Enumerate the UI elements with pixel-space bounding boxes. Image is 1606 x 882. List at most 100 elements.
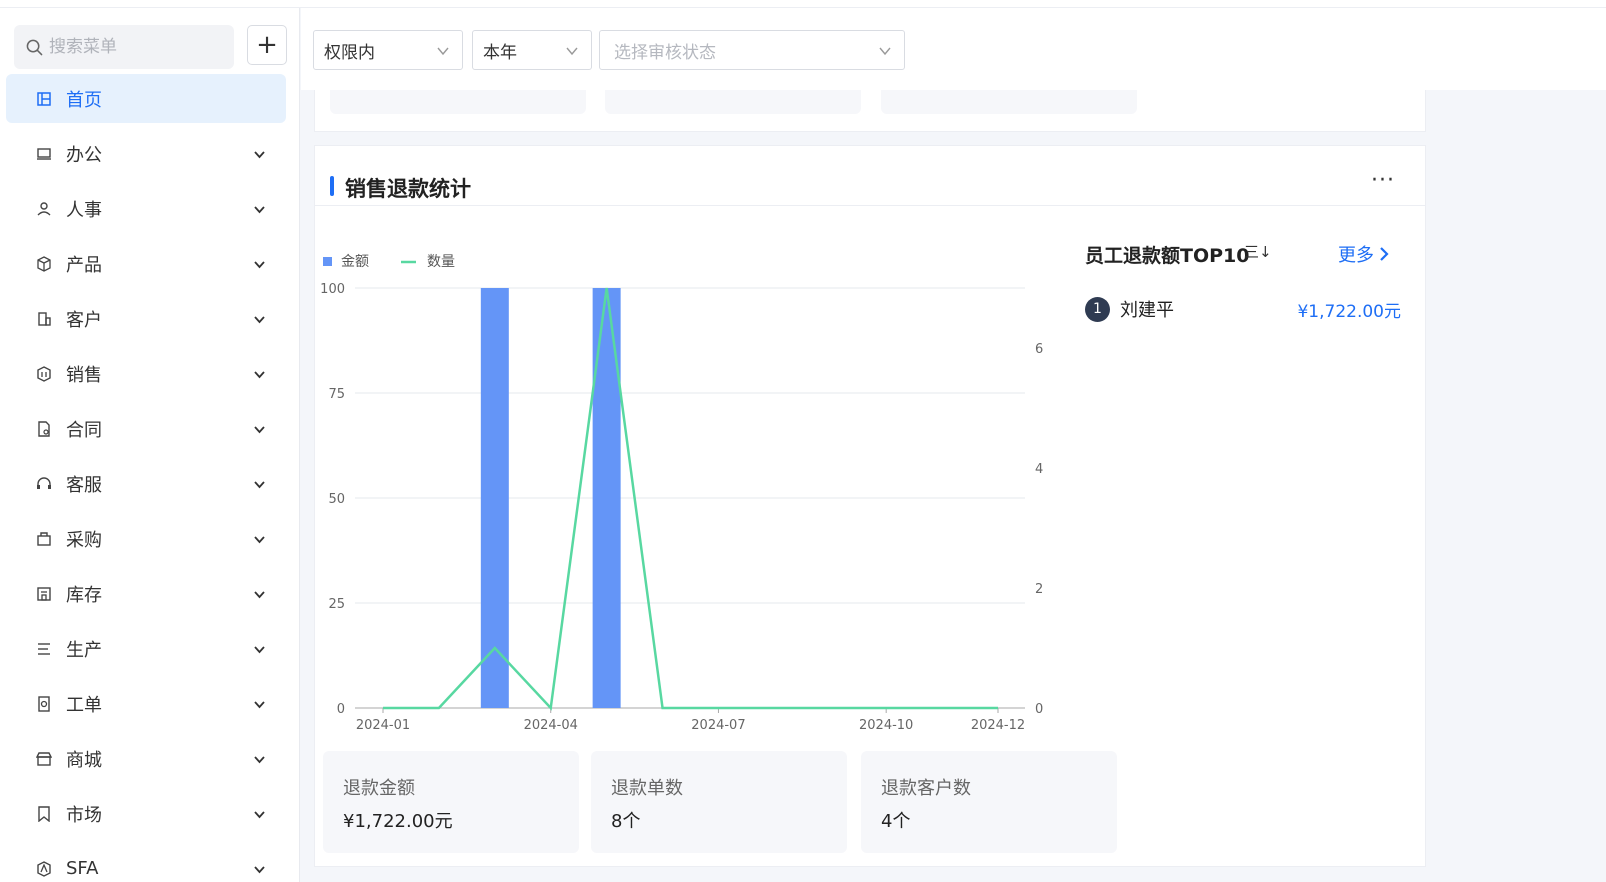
previous-stat-tile (605, 90, 861, 114)
sidebar-item-label: 客户 (66, 309, 102, 331)
chevron-down-icon[interactable] (253, 313, 266, 326)
more-options-icon[interactable]: ··· (1371, 168, 1395, 193)
sidebar-item-label: 市场 (66, 804, 102, 826)
sidebar-item[interactable]: 首页 (6, 74, 286, 123)
scope-select[interactable]: 权限内 (313, 30, 463, 70)
sidebar-menu: 首页办公人事产品客户销售合同客服采购库存生产 工单商城市场 SFA (6, 74, 286, 882)
scope-select-value: 权限内 (324, 42, 375, 63)
y-right-tick-label: 0 (1035, 702, 1043, 717)
ranking-title: 员工退款额TOP10 (1085, 245, 1250, 267)
top-strip (0, 0, 1606, 8)
x-tick-label: 2024-01 (356, 718, 410, 733)
rank-amount: ¥1,722.00元 (1297, 301, 1401, 322)
chevron-down-icon (437, 47, 449, 56)
menu-search[interactable] (14, 25, 234, 69)
x-tick-label: 2024-10 (859, 718, 913, 733)
y-right-tick-label: 2 (1035, 582, 1043, 597)
review-status-placeholder: 选择审核状态 (614, 42, 716, 63)
chevron-down-icon (879, 47, 891, 56)
chevron-down-icon[interactable] (253, 753, 266, 766)
sidebar-item-label: 产品 (66, 254, 102, 276)
sidebar-item-label: 合同 (66, 419, 102, 441)
chevron-down-icon[interactable] (253, 368, 266, 381)
y-right-tick-label: 4 (1035, 462, 1043, 477)
stat-value: ¥1,722.00元 (343, 811, 453, 832)
sfa-icon (37, 860, 51, 877)
previous-stat-tile (881, 90, 1137, 114)
chevron-down-icon[interactable] (253, 808, 266, 821)
sidebar-item-label: 客服 (66, 474, 102, 496)
chevron-down-icon[interactable] (253, 698, 266, 711)
chevron-down-icon[interactable] (253, 863, 266, 876)
refund-chart: 金额 数量 0 25 50 75 100 0 2 4 6 2024-01 2024-04 2024-07 2… (320, 254, 1043, 733)
sort-icon[interactable]: 三↓ (1244, 241, 1272, 262)
sidebar-item-label: 采购 (66, 529, 102, 551)
sidebar-item[interactable]: SFA (6, 841, 286, 882)
stat-label: 退款单数 (611, 778, 683, 799)
bookmark-icon (38, 805, 50, 822)
y-left-tick-label: 75 (328, 387, 345, 402)
sidebar-item[interactable]: 库存 (6, 566, 286, 621)
chevron-down-icon[interactable] (253, 643, 266, 656)
chevron-down-icon[interactable] (253, 423, 266, 436)
stat-label: 退款客户数 (881, 778, 971, 799)
sidebar-item-label: 办公 (66, 144, 102, 166)
cube-icon (37, 255, 51, 272)
sidebar-item[interactable]: 客户 (6, 291, 286, 346)
y-left-tick-label: 25 (328, 597, 345, 612)
stat-refund-orders: 退款单数 8个 (591, 751, 847, 853)
sidebar-item[interactable]: 销售 (6, 346, 286, 401)
warehouse-icon (37, 586, 51, 601)
chevron-right-icon (1380, 247, 1389, 261)
sidebar: + 首页办公人事产品客户销售合同客服采购库存生产工单商城市场 SFA (0, 8, 300, 882)
sidebar-item[interactable]: 生产 (6, 621, 286, 676)
office-icon (37, 147, 51, 160)
sidebar-item[interactable]: 合同 (6, 401, 286, 456)
chevron-down-icon[interactable] (253, 203, 266, 216)
review-status-select[interactable]: 选择审核状态 (599, 30, 905, 70)
sidebar-item-label: 商城 (66, 749, 102, 771)
y-left-tick-label: 100 (320, 282, 345, 297)
sidebar-item[interactable]: 市场 (6, 786, 286, 841)
y-right-tick-label: 6 (1035, 342, 1043, 357)
previous-card (314, 90, 1426, 132)
search-input[interactable] (49, 37, 229, 57)
sidebar-item-label: 销售 (66, 364, 102, 386)
chevron-down-icon (566, 47, 578, 56)
chevron-down-icon[interactable] (253, 478, 266, 491)
sidebar-item[interactable]: 采购 (6, 511, 286, 566)
contract-icon (38, 420, 50, 437)
sidebar-item[interactable]: 产品 (6, 236, 286, 291)
sidebar-item[interactable]: 工单 (6, 676, 286, 731)
sidebar-item[interactable]: 客服 (6, 456, 286, 511)
sidebar-item[interactable]: 办公 (6, 126, 286, 181)
stat-value: 8个 (611, 811, 641, 832)
chevron-down-icon[interactable] (253, 588, 266, 601)
y-left-tick-label: 0 (337, 702, 345, 717)
sidebar-item[interactable]: 人事 (6, 181, 286, 236)
ranking-more-link[interactable]: 更多 (1338, 241, 1390, 267)
search-icon (26, 39, 43, 55)
ranking-row[interactable]: 1 刘建平 ¥1,722.00元 (1085, 296, 1401, 322)
rank-employee-name: 刘建平 (1120, 300, 1174, 321)
stat-value: 4个 (881, 811, 911, 832)
add-button[interactable]: + (247, 25, 287, 65)
stat-refund-customers: 退款客户数 4个 (861, 751, 1117, 853)
chevron-down-icon[interactable] (253, 533, 266, 546)
filter-bar: 权限内 本年 选择审核状态 (301, 8, 1606, 90)
sidebar-item-label: 首页 (66, 89, 102, 111)
card-header: 销售退款统计 ··· (315, 146, 1425, 206)
sidebar-item-label: 库存 (66, 584, 102, 606)
bar (480, 288, 509, 708)
chevron-down-icon[interactable] (253, 148, 266, 161)
production-icon (38, 642, 50, 655)
x-tick-label: 2024-04 (524, 718, 578, 733)
refund-stats-card: 销售退款统计 ··· 金额 数量 0 25 50 75 100 0 2 4 6 2024-01 2024… (314, 145, 1426, 867)
store-icon (36, 751, 52, 766)
period-select[interactable]: 本年 (472, 30, 592, 70)
headset-icon (37, 476, 51, 489)
sidebar-item-label: SFA (66, 858, 99, 879)
chevron-down-icon[interactable] (253, 258, 266, 271)
sidebar-item[interactable]: 商城 (6, 731, 286, 786)
legend-label: 金额 (341, 254, 369, 270)
